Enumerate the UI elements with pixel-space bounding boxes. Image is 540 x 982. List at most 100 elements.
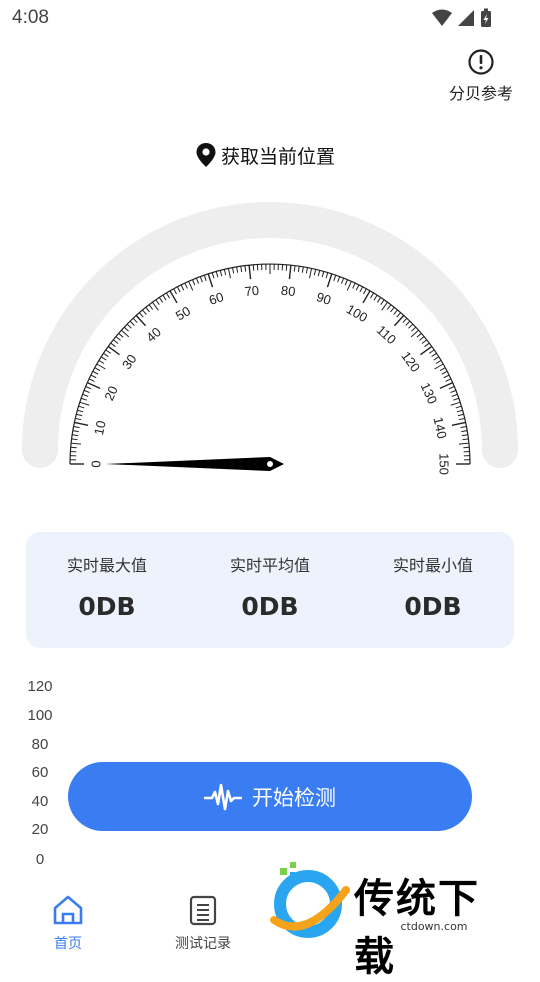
gauge-label: 10 [91,419,109,436]
decibel-reference-button[interactable]: 分贝参考 [440,48,522,104]
gauge-minor-tick [95,368,100,371]
stat-max-value: 0DB [26,592,188,621]
y-tick-label: 120 [20,678,60,695]
gauge-minor-tick [294,266,295,272]
gauge-minor-tick [200,277,202,283]
gauge-minor-tick [106,350,111,353]
gauge-minor-tick [353,283,356,288]
gauge-minor-tick [75,418,81,419]
decibel-gauge: 0102030405060708090100110120130140150 [0,200,540,490]
gauge-minor-tick [377,297,380,302]
decibel-reference-label: 分贝参考 [440,80,522,104]
gauge-track [40,220,500,450]
watermark-logo: 传统下载 ctdown.com [266,860,516,942]
gauge-minor-tick [101,357,106,360]
gauge-minor-tick [406,321,410,325]
gauge-minor-tick [119,333,124,337]
gauge-minor-tick [79,406,85,408]
gauge-label: 130 [418,380,441,406]
gauge-major-tick [420,346,431,354]
nav-records[interactable]: 测试记录 [172,894,234,953]
nav-home[interactable]: 首页 [48,894,88,953]
gauge-minor-tick [382,302,388,310]
gauge-minor-tick [461,431,467,432]
status-time: 4:08 [12,7,49,29]
stat-min-label: 实时最小值 [352,552,514,576]
gauge-major-tick [136,315,145,325]
gauge-minor-tick [338,277,340,283]
gauge-minor-tick [451,402,461,405]
gauge-minor-tick [444,375,449,378]
gauge-minor-tick [91,375,96,378]
gauge-minor-tick [356,285,359,290]
gauge-minor-tick [422,340,427,344]
y-tick-label: 100 [20,707,60,724]
gauge-minor-tick [241,266,242,272]
gauge-minor-tick [81,398,87,400]
gauge-minor-tick [452,394,458,396]
location-label: 获取当前位置 [221,142,335,169]
gauge-label: 140 [431,416,450,440]
gauge-minor-tick [457,410,463,412]
start-detection-button[interactable]: 开始检测 [68,762,472,831]
y-tick-label: 80 [20,736,60,753]
gauge-minor-tick [347,281,351,290]
gauge-minor-tick [143,310,147,315]
nav-records-label: 测试记录 [172,933,234,953]
gauge-minor-tick [440,368,445,371]
get-location-button[interactable]: 获取当前位置 [195,140,335,170]
gauge-minor-tick [341,278,343,284]
gauge-major-tick [394,315,403,325]
gauge-label: 0 [89,460,104,467]
home-icon [51,894,85,926]
gauge-minor-tick [435,364,444,369]
signal-icon [458,10,474,26]
gauge-minor-tick [93,371,98,374]
gauge-minor-tick [334,275,336,281]
gauge-minor-tick [71,447,77,448]
gauge-minor-tick [456,406,462,408]
gauge-major-tick [452,422,466,425]
gauge-minor-tick [181,285,184,290]
gauge-minor-tick [116,337,121,341]
gauge-minor-tick [124,327,128,331]
gauge-minor-tick [76,414,82,415]
gauge-minor-tick [146,307,150,312]
location-pin-icon [195,142,217,168]
gauge-minor-tick [394,310,398,315]
y-tick-label: 20 [20,821,60,838]
gauge-minor-tick [156,300,159,305]
gauge-minor-tick [72,435,78,436]
gauge-minor-tick [139,313,143,318]
y-tick-label: 40 [20,793,60,810]
gauge-minor-tick [77,410,83,412]
gauge-minor-tick [220,270,221,276]
nav-home-label: 首页 [48,933,88,953]
gauge-minor-tick [216,271,218,277]
gauge-minor-tick [152,302,158,310]
gauge-major-tick [74,422,88,425]
gauge-minor-tick [449,386,455,388]
gauge-minor-tick [462,435,468,436]
gauge-minor-tick [84,390,90,392]
gauge-minor-tick [453,398,459,400]
gauge-minor-tick [370,293,373,298]
gauge-minor-tick [113,340,118,344]
gauge-minor-tick [111,343,116,347]
gauge-minor-tick [459,443,469,444]
stat-min-value: 0DB [352,592,514,621]
gauge-minor-tick [345,280,347,286]
gauge-minor-tick [419,337,424,341]
gauge-minor-tick [436,360,441,363]
info-icon [467,48,495,76]
gauge-minor-tick [442,371,447,374]
gauge-minor-tick [306,268,307,274]
stat-max-label: 实时最大值 [26,552,188,576]
gauge-major-tick [208,274,212,287]
y-tick-label: 0 [20,851,60,868]
gauge-minor-tick [224,269,225,275]
gauge-minor-tick [163,295,166,300]
gauge-minor-tick [286,265,287,271]
gauge-minor-tick [391,307,395,312]
gauge-minor-tick [318,270,319,276]
